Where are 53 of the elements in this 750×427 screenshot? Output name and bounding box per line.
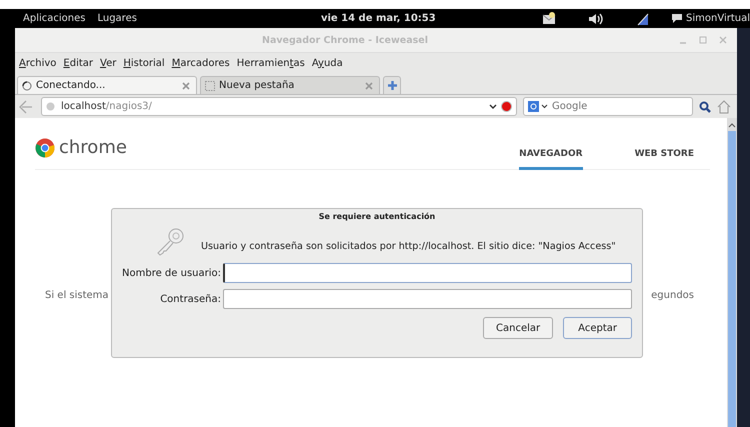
maximize-icon[interactable] [699, 36, 707, 44]
menu-item[interactable]: Historial [123, 58, 165, 68]
dialog-title: Se requiere autenticación [318, 212, 436, 221]
scrollbar[interactable] [727, 118, 737, 427]
search-field[interactable]: Google [523, 97, 693, 116]
menu-item[interactable]: Ayuda [312, 58, 343, 68]
dialog-button[interactable]: Cancelar [483, 317, 554, 339]
nav-link[interactable]: WEB STORE [634, 139, 694, 170]
envelope-icon[interactable] [542, 12, 556, 26]
dropdown-icon[interactable] [541, 104, 548, 109]
field-label: Contraseña: [159, 294, 221, 304]
chat-icon [672, 14, 682, 23]
page-icon [205, 80, 215, 90]
menu-item[interactable]: Marcadores [172, 58, 230, 68]
network-icon[interactable] [636, 12, 650, 26]
loading-icon [22, 80, 32, 90]
dialog-button[interactable]: Aceptar [563, 317, 632, 339]
record-icon[interactable] [501, 101, 512, 112]
field-label: Nombre de usuario: [122, 268, 221, 278]
input-field[interactable] [223, 289, 632, 309]
menu-item[interactable]: Ver [100, 58, 116, 68]
menu-item[interactable]: Herramientas [236, 58, 305, 68]
window-title: Navegador Chrome - Iceweasel [262, 34, 428, 46]
globe-icon [46, 102, 55, 111]
search-engine-icon[interactable] [528, 101, 539, 112]
close-icon[interactable] [365, 82, 373, 90]
browser-tab[interactable]: Conectando... [17, 76, 197, 94]
key-icon [155, 227, 185, 257]
clock[interactable]: vie 14 de mar, 10:53 [320, 13, 436, 24]
browser-tab[interactable]: Nueva pestaña [200, 76, 380, 94]
dropdown-icon[interactable] [489, 104, 497, 110]
menu-item[interactable]: Archivo [19, 58, 56, 68]
input-field[interactable] [223, 263, 632, 283]
close-icon[interactable] [182, 82, 190, 90]
dialog-message: Usuario y contraseña son solicitados por http://localhost. El sitio dice: "Nagios Access" [201, 240, 616, 252]
back-icon[interactable] [19, 100, 35, 114]
new-tab-button[interactable] [383, 76, 401, 94]
scroll-up-icon[interactable] [728, 122, 736, 128]
close-icon[interactable] [719, 36, 727, 44]
top-menu[interactable]: Lugares [97, 13, 137, 24]
menu-item[interactable]: Editar [63, 58, 94, 68]
user-menu[interactable]: SimonVirtual [672, 13, 750, 24]
page-text: Si el sistema [45, 290, 109, 301]
page-text: egundos [651, 290, 694, 301]
brand-name: chrome [59, 137, 127, 158]
plus-icon [388, 81, 396, 90]
logo-icon [35, 138, 55, 158]
address-field[interactable]: localhost/nagios3/ [41, 97, 517, 116]
top-menu[interactable]: Aplicaciones [23, 13, 86, 24]
speaker-icon[interactable] [588, 12, 604, 26]
nav-link[interactable]: NAVEGADOR [519, 139, 583, 170]
home-icon[interactable] [717, 100, 731, 114]
search-icon[interactable] [699, 100, 711, 112]
